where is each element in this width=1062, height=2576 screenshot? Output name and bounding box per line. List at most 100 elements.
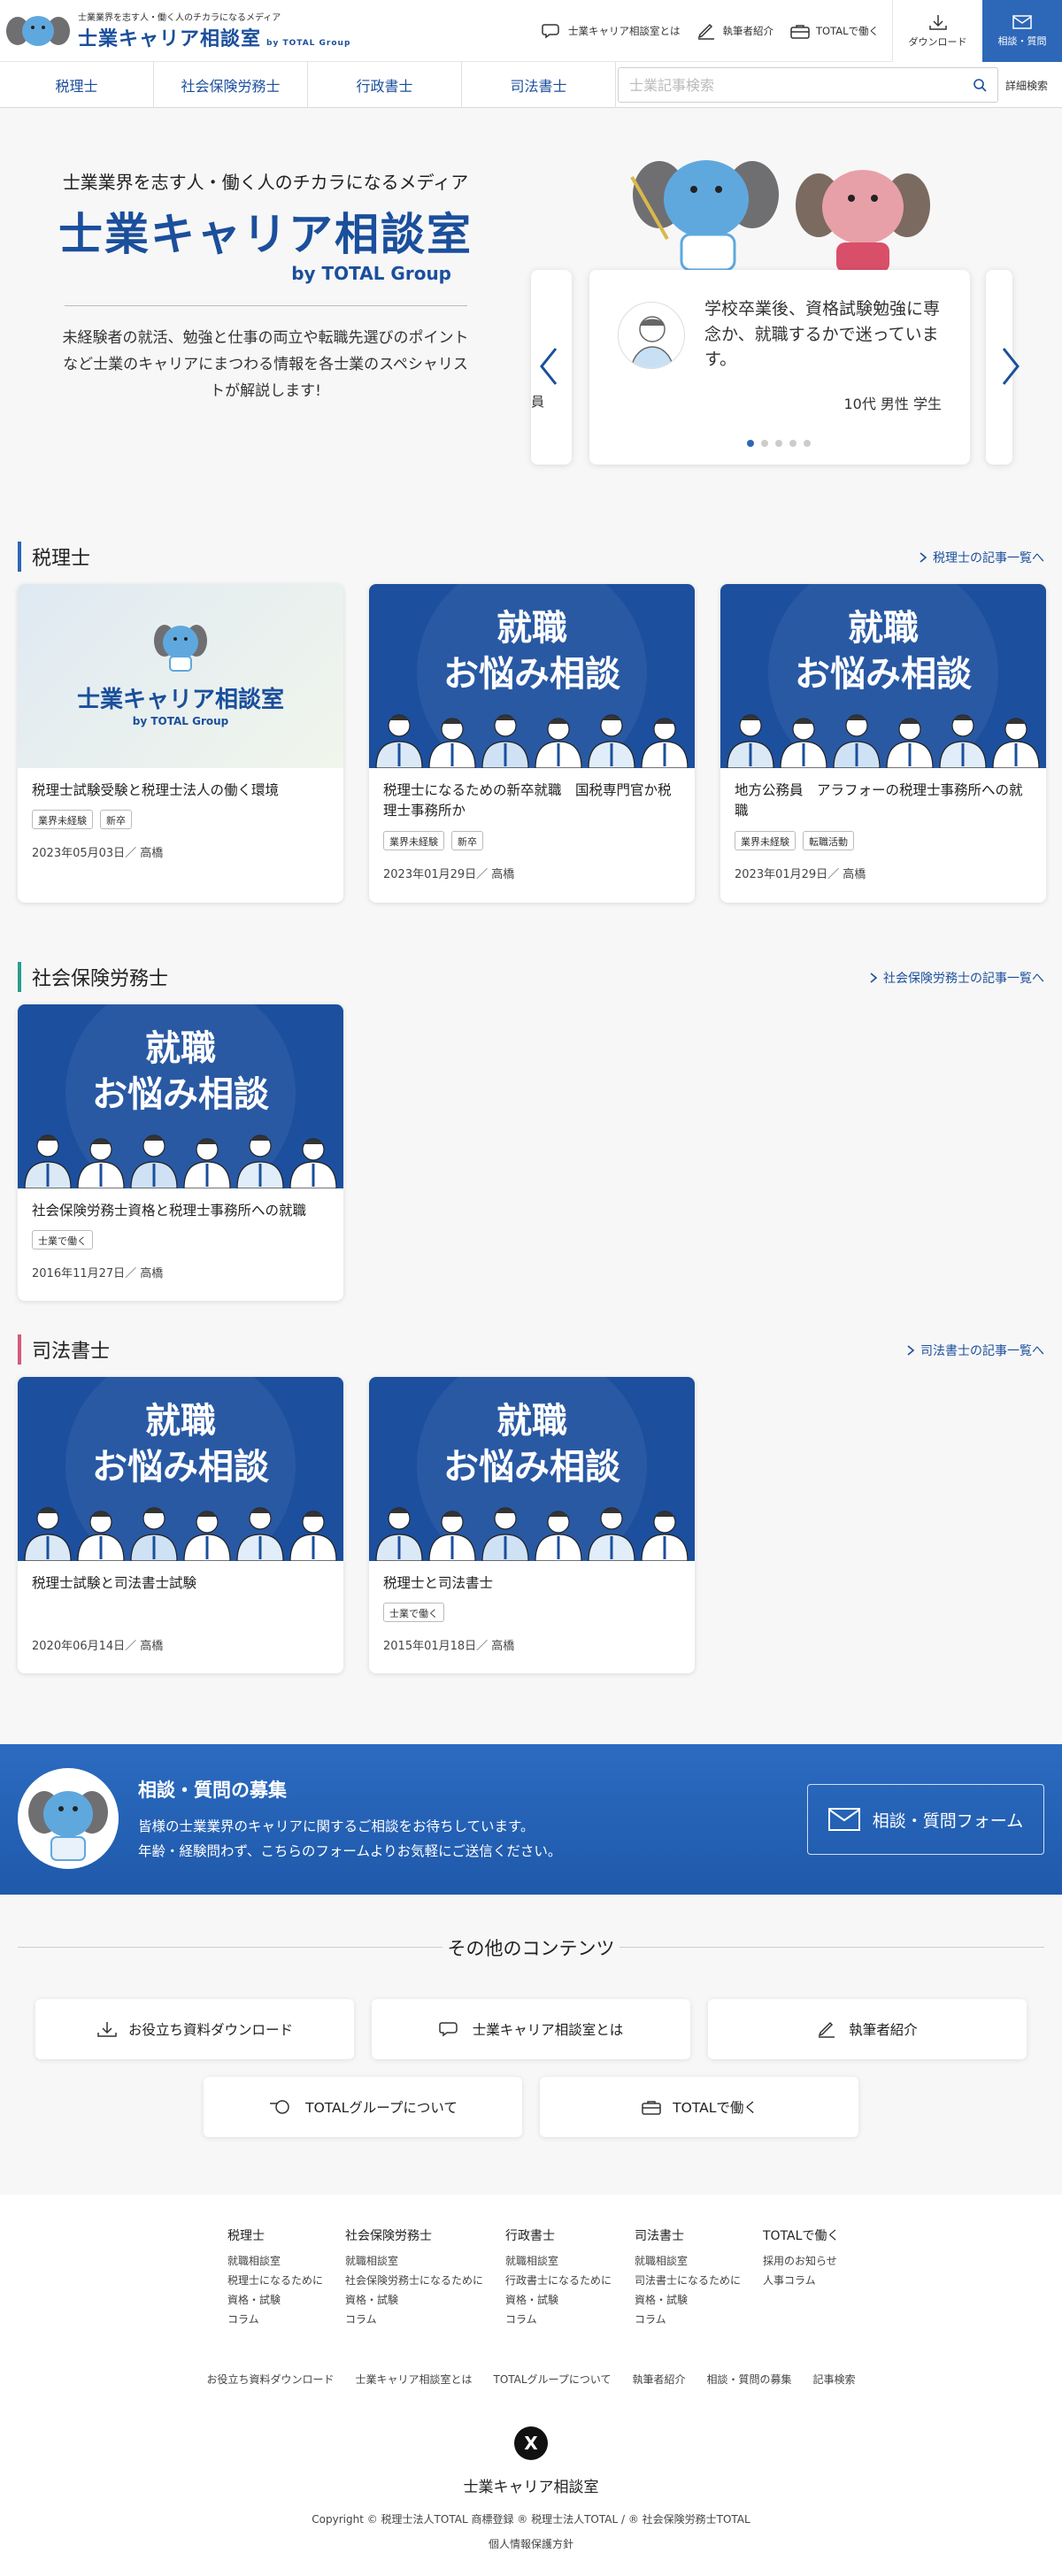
footer-column-link[interactable]: 就職相談室 <box>505 2251 612 2271</box>
slide-question: 学校卒業後、資格試験勉強に専念か、就職するかで迷っています。 <box>704 299 941 369</box>
article-tag[interactable]: 業界未経験 <box>735 830 796 850</box>
footer-column-link[interactable]: コラム <box>635 2310 741 2329</box>
footer-column-link[interactable]: 社会保険労務士になるために <box>345 2271 483 2290</box>
footer-column-link[interactable]: 資格・試験 <box>345 2290 483 2310</box>
chevron-left-icon[interactable] <box>538 345 559 388</box>
footer-column-link[interactable]: 資格・試験 <box>505 2290 612 2310</box>
article-title[interactable]: 税理士試験と司法書士試験 <box>32 1573 329 1594</box>
article-meta: 2020年06月14日／ 高橋 <box>32 1640 164 1654</box>
footer-link[interactable]: お役立ち資料ダウンロード <box>206 2372 334 2387</box>
footer-link[interactable]: 相談・質問の募集 <box>707 2372 792 2387</box>
mail-icon <box>827 1808 860 1831</box>
nav-item-admin[interactable]: 行政書士 <box>308 61 462 108</box>
chevron-right-icon <box>907 1345 915 1356</box>
other-work-button[interactable]: TOTALで働く <box>540 2077 858 2137</box>
article-tag[interactable]: 業界未経験 <box>383 830 444 850</box>
article-card[interactable]: 就職 お悩み相談 地方公務員 アラフォーの税理士事務所への就職 業界未経験 転職活動 20… <box>720 584 1046 903</box>
banner-desc-line: 皆様の士業業界のキャリアに関するご相談をお待ちしています。 <box>138 1819 535 1834</box>
footer-column-head[interactable]: 行政書士 <box>505 2226 612 2246</box>
footer-column-link[interactable]: 採用のお知らせ <box>763 2251 839 2271</box>
article-tag[interactable]: 転職活動 <box>803 830 854 850</box>
article-tag[interactable]: 士業で働く <box>383 1603 444 1623</box>
article-tag[interactable]: 業界未経験 <box>32 810 93 830</box>
article-card[interactable]: 就職 お悩み相談 税理士と司法書士 士業で働く 2015年01月18日／ 高橋 <box>369 1377 695 1673</box>
footer-link[interactable]: TOTALグループについて <box>493 2372 611 2387</box>
slide-dot[interactable] <box>775 440 782 447</box>
other-download-button[interactable]: お役立ち資料ダウンロード <box>35 1999 354 2059</box>
avatar <box>618 302 685 369</box>
article-thumbnail: 就職 お悩み相談 <box>18 1377 343 1561</box>
footer-column-link[interactable]: コラム <box>227 2310 323 2329</box>
other-group-button[interactable]: TOTALグループについて <box>204 2077 522 2137</box>
article-card[interactable]: 就職 お悩み相談税理士試験と司法書士試験 2020年06月14日／ 高橋 <box>18 1377 343 1673</box>
site-logo[interactable]: 士業業界を志す人・働く人のチカラになるメディア 士業キャリア相談室 by TOTA… <box>0 10 496 51</box>
article-title[interactable]: 地方公務員 アラフォーの税理士事務所への就職 <box>735 780 1032 822</box>
people-illustration-icon <box>24 1134 337 1188</box>
nav-item-labor[interactable]: 社会保険労務士 <box>154 61 308 108</box>
consultation-slide[interactable]: 学校卒業後、資格試験勉強に専念か、就職するかで迷っています。 10代 男性 学生 <box>589 270 970 465</box>
article-title[interactable]: 税理士と司法書士 <box>383 1573 681 1594</box>
article-tag[interactable]: 新卒 <box>451 830 483 850</box>
article-thumbnail: 就職 お悩み相談 <box>369 584 695 768</box>
article-meta: 2015年01月18日／ 高橋 <box>383 1640 515 1654</box>
footer-link[interactable]: 執筆者紹介 <box>632 2372 685 2387</box>
header-link-work[interactable]: TOTALで働く <box>789 22 879 40</box>
header-link-about[interactable]: 士業キャリア相談室とは <box>542 22 681 40</box>
footer-column-link[interactable]: コラム <box>345 2310 483 2329</box>
other-writers-button[interactable]: 執筆者紹介 <box>708 1999 1027 2059</box>
section-more-link[interactable]: 税理士の記事一覧へ <box>919 549 1044 566</box>
logo-title: 士業キャリア相談室 <box>78 28 262 50</box>
footer-column-head[interactable]: 税理士 <box>227 2226 323 2246</box>
footer-column-link[interactable]: 行政書士になるために <box>505 2271 612 2290</box>
slide-dot[interactable] <box>747 440 754 447</box>
footer-column-link[interactable]: コラム <box>505 2310 612 2329</box>
chat-bubble-icon <box>542 24 559 39</box>
footer-column-link[interactable]: 就職相談室 <box>635 2251 741 2271</box>
other-about-button[interactable]: 士業キャリア相談室とは <box>372 1999 690 2059</box>
footer-column-link[interactable]: 資格・試験 <box>635 2290 741 2310</box>
slide-dot[interactable] <box>789 440 796 447</box>
article-card[interactable]: 士業キャリア相談室 by TOTAL Group 税理士試験受験と税理士法人の働く環… <box>18 584 343 903</box>
nav-item-tax[interactable]: 税理士 <box>0 61 154 108</box>
article-title[interactable]: 税理士試験受験と税理士法人の働く環境 <box>32 780 329 801</box>
article-title[interactable]: 社会保険労務士資格と税理士事務所への就職 <box>32 1201 329 1221</box>
x-social-icon[interactable]: X <box>514 2426 548 2460</box>
footer-link[interactable]: 記事検索 <box>813 2372 856 2387</box>
chevron-right-icon[interactable] <box>1000 345 1021 388</box>
footer-column-link[interactable]: 就職相談室 <box>345 2251 483 2271</box>
privacy-policy-link[interactable]: 個人情報保護方針 <box>0 2536 1062 2551</box>
footer-column-link[interactable]: 人事コラム <box>763 2271 839 2290</box>
download-button[interactable]: ダウンロード <box>892 0 982 62</box>
section-more-link[interactable]: 社会保険労務士の記事一覧へ <box>869 969 1044 987</box>
footer-column-head[interactable]: TOTALで働く <box>763 2226 839 2246</box>
article-meta: 2023年01月29日／ 高橋 <box>735 867 866 881</box>
footer-column-head[interactable]: 司法書士 <box>635 2226 741 2246</box>
footer-column-link[interactable]: 税理士になるために <box>227 2271 323 2290</box>
pen-icon <box>819 2021 835 2038</box>
article-tag[interactable]: 士業で働く <box>32 1230 93 1250</box>
article-card[interactable]: 就職 お悩み相談税理士になるための新卒就職 国税専門官か税理士事務所か業界未経験新… <box>369 584 695 903</box>
search-icon[interactable] <box>973 78 987 92</box>
slide-dot[interactable] <box>761 440 768 447</box>
consult-button[interactable]: 相談・質問 <box>982 0 1062 62</box>
detail-search-link[interactable]: 詳細検索 <box>1005 78 1048 93</box>
article-tag[interactable]: 新卒 <box>100 810 132 830</box>
footer-column-link[interactable]: 資格・試験 <box>227 2290 323 2310</box>
footer-link[interactable]: 士業キャリア相談室とは <box>355 2372 472 2387</box>
consult-form-button[interactable]: 相談・質問フォーム <box>807 1784 1044 1855</box>
article-card[interactable]: 就職 お悩み相談 社会保険労務士資格と税理士事務所への就職 士業で働く 2016年11月… <box>18 1004 343 1301</box>
search-input[interactable] <box>629 76 973 94</box>
slide-dot[interactable] <box>804 440 811 447</box>
footer-column-link[interactable]: 就職相談室 <box>227 2251 323 2271</box>
nav-item-judicial[interactable]: 司法書士 <box>462 61 616 108</box>
banner-title: 相談・質問の募集 <box>138 1780 287 1801</box>
site-footer: 税理士 就職相談室 税理士になるために 資格・試験 コラム 社会保険労務士 就職相談室 社会保… <box>0 2195 1062 2576</box>
speech-logo-icon <box>270 2100 289 2114</box>
footer-column-link[interactable]: 司法書士になるために <box>635 2271 741 2290</box>
article-tags: 業界未経験 新卒 <box>32 810 329 833</box>
hero-subtitle: 士業業界を志す人・働く人のチカラになるメディア <box>62 172 469 193</box>
article-title[interactable]: 税理士になるための新卒就職 国税専門官か税理士事務所か <box>383 780 681 822</box>
footer-column-head[interactable]: 社会保険労務士 <box>345 2226 483 2246</box>
section-more-link[interactable]: 司法書士の記事一覧へ <box>906 1342 1044 1359</box>
header-link-writers[interactable]: 執筆者紹介 <box>696 22 773 40</box>
